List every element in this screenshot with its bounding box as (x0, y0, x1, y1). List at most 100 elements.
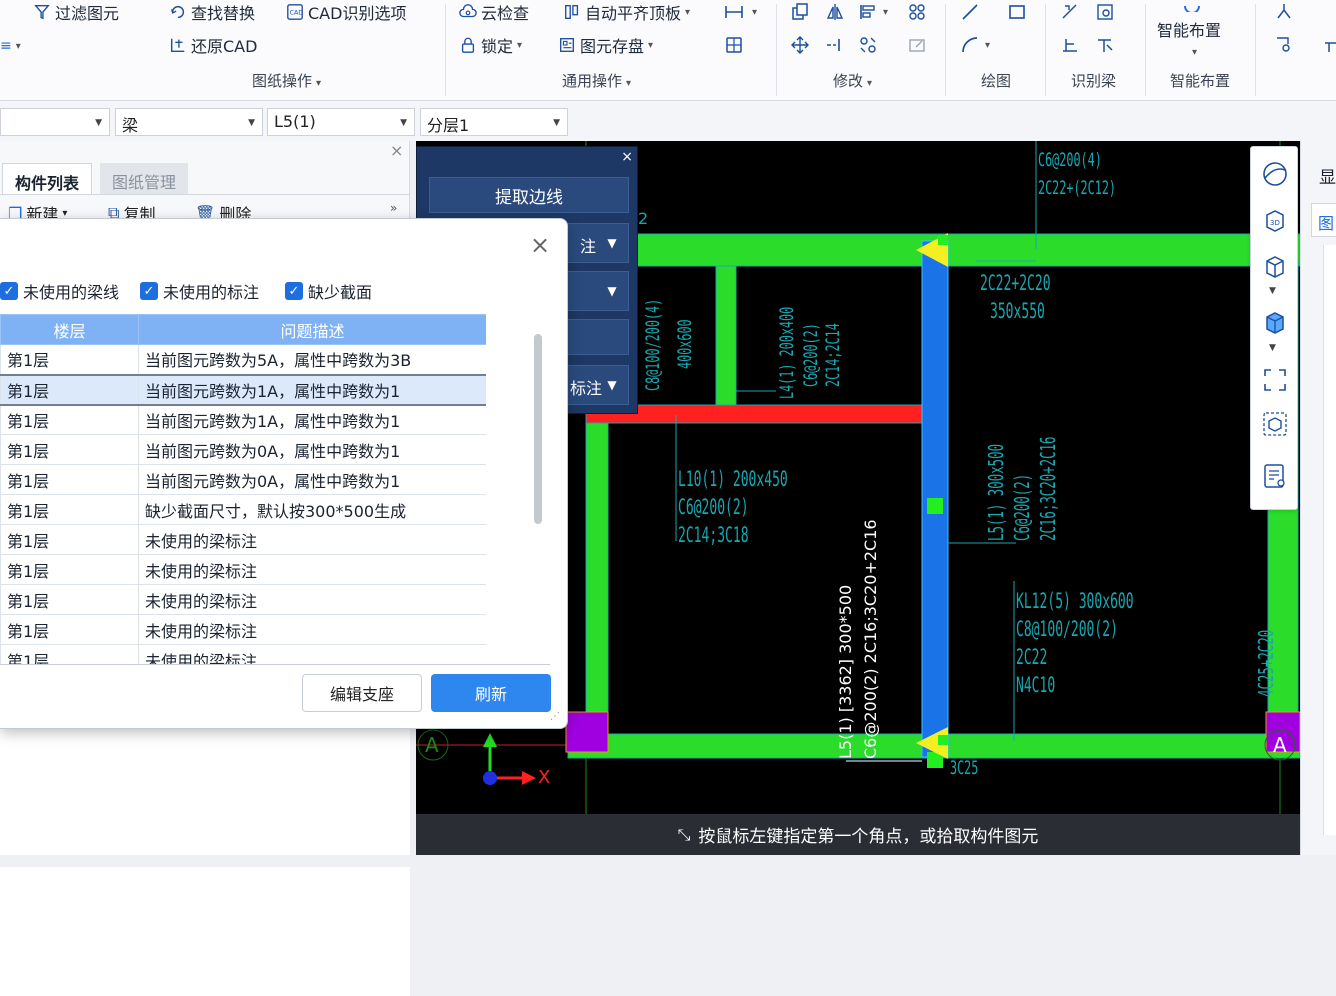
recognize-beam-icon[interactable] (1058, 0, 1082, 24)
grip-point[interactable] (927, 498, 943, 514)
cell-floor: 第1层 (0, 554, 139, 585)
array-icon[interactable] (905, 0, 929, 24)
tab-component-list[interactable]: 构件列表 (2, 163, 93, 194)
axis-label-a: A (1273, 733, 1287, 757)
display-tab[interactable]: 图 (1311, 203, 1336, 237)
ribbon-divider (776, 4, 777, 96)
palette-close-icon[interactable]: × (621, 149, 633, 165)
arc-draw-icon[interactable] (958, 33, 982, 57)
component-type-select[interactable]: 梁 ▼ (115, 108, 263, 136)
layer-select[interactable]: 分层1 ▼ (420, 108, 568, 136)
smart-layout-dropdown[interactable]: ▾ (1188, 40, 1197, 64)
component-name-select[interactable]: L5(1) ▼ (267, 108, 415, 136)
rectangle-draw-icon[interactable] (1005, 0, 1029, 24)
more-icon[interactable]: » (390, 201, 397, 215)
break-icon[interactable] (856, 33, 880, 57)
ribbon: ≡ ▾ 过滤图元 查找替换 CAD CAD识别选项 还原CAD 图纸操作 ▾ 云检查… (0, 0, 1336, 101)
edit-support-button[interactable]: 编辑支座 (302, 674, 422, 712)
tab-drawing-manage[interactable]: 图纸管理 (100, 163, 189, 194)
checkbox-unused-beam-lines[interactable]: ✓ 未使用的梁线 (0, 279, 119, 303)
orbit-icon[interactable] (1260, 159, 1290, 189)
partial-icon[interactable] (1318, 33, 1336, 57)
recognize-check-icon[interactable] (1093, 0, 1117, 24)
smart-layout-icon (1180, 0, 1204, 14)
ribbon-divider (1145, 4, 1146, 96)
table-row[interactable]: 第1层 未使用的梁标注 (0, 614, 486, 645)
display-panel-title: 显 (1319, 168, 1336, 188)
chevron-down-icon[interactable]: ▼ (1269, 286, 1276, 296)
grip-point[interactable] (938, 235, 948, 245)
cloud-check-button[interactable]: 云检查 (458, 0, 529, 24)
properties-view-icon[interactable] (1260, 461, 1290, 491)
dimension-icon[interactable] (722, 0, 746, 24)
zoom-element-icon[interactable] (1260, 409, 1290, 439)
ribbon-fragment-dropdown[interactable]: ≡ ▾ (0, 34, 21, 58)
dimension-dropdown[interactable]: ▾ (748, 0, 757, 24)
table-row[interactable]: 第1层 当前图元跨数为0A，属性中跨数为1 (0, 464, 486, 495)
group-label-common-ops[interactable]: 通用操作 ▾ (562, 70, 631, 91)
table-row[interactable]: 第1层 当前图元跨数为1A，属性中跨数为1 (0, 404, 486, 435)
table-row[interactable]: 第1层 未使用的梁标注 (0, 644, 486, 664)
cad-recognize-options-button[interactable]: CAD CAD识别选项 (285, 0, 406, 24)
copy-shape-icon[interactable] (788, 0, 812, 24)
filter-elements-button[interactable]: 过滤图元 (32, 0, 119, 24)
align-icon[interactable] (856, 0, 880, 24)
beam-left-vertical[interactable] (585, 420, 609, 752)
checkbox-missing-section[interactable]: ✓ 缺少截面 (285, 279, 372, 303)
beam-l4[interactable] (715, 265, 737, 417)
floor-select[interactable]: ▼ (0, 108, 110, 136)
panel-close-icon[interactable]: × (390, 141, 403, 160)
table-row[interactable]: 第1层 缺少截面尺寸，默认按300*500生成 (0, 494, 486, 525)
cell-problem: 未使用的梁标注 (138, 584, 486, 615)
table-row[interactable]: 第1层 当前图元跨数为0A，属性中跨数为1 (0, 434, 486, 465)
arc-draw-dropdown[interactable]: ▾ (981, 33, 990, 57)
annotation-edit-icon[interactable] (1093, 33, 1117, 57)
span-edit-icon[interactable] (1058, 33, 1082, 57)
table-row[interactable]: 第1层 当前图元跨数为5A，属性中跨数为3B (0, 344, 486, 375)
table-scrollbar[interactable] (534, 334, 542, 524)
mirror-icon[interactable] (823, 0, 847, 24)
chevron-down-icon[interactable]: ▼ (1269, 343, 1276, 353)
auto-flush-top-button[interactable]: 自动平齐顶板 ▾ (562, 0, 690, 24)
offset-icon[interactable] (905, 33, 929, 57)
cell-problem: 缺少截面尺寸，默认按300*500生成 (138, 494, 486, 525)
group-label-modify[interactable]: 修改 ▾ (833, 70, 872, 91)
cad-annotation-fragment: 2 (638, 209, 649, 228)
align-dropdown[interactable]: ▾ (879, 0, 888, 24)
smart-layout-button[interactable]: 智能布置 (1157, 17, 1221, 41)
3d-view-icon[interactable]: 3D (1260, 205, 1290, 235)
restore-cad-button[interactable]: 还原CAD (168, 33, 257, 57)
find-replace-button[interactable]: 查找替换 (168, 0, 255, 24)
svg-text:3D: 3D (1270, 219, 1280, 227)
refresh-button[interactable]: 刷新 (431, 674, 551, 712)
cad-annotation: L10(1) 200x450 (678, 467, 788, 491)
pick-corner-icon: ⤡ (677, 824, 691, 844)
table-row[interactable]: 第1层 未使用的梁标注 (0, 524, 486, 555)
search-element-icon[interactable] (1272, 33, 1296, 57)
resize-grip-icon[interactable]: ⋰ (550, 711, 560, 722)
table-row[interactable]: 第1层 未使用的梁标注 (0, 554, 486, 585)
cube-view-icon[interactable] (1260, 251, 1290, 281)
table-row-selected[interactable]: 第1层 当前图元跨数为1A，属性中跨数为1 (0, 373, 486, 406)
group-label-drawing-ops[interactable]: 图纸操作 ▾ (252, 70, 321, 91)
line-draw-icon[interactable] (958, 0, 982, 24)
checkbox-unused-annotations[interactable]: ✓ 未使用的标注 (140, 279, 259, 303)
grid-save-icon[interactable] (722, 33, 746, 57)
table-row[interactable]: 第1层 未使用的梁标注 (0, 584, 486, 615)
move-icon[interactable] (788, 33, 812, 57)
extract-edge-button[interactable]: 提取边线 (429, 177, 629, 213)
grip-point[interactable] (938, 735, 948, 745)
solid-cube-icon[interactable] (1260, 307, 1290, 337)
cad-annotation: 2C22+2C20 (980, 271, 1051, 295)
element-save-button[interactable]: 图元存盘 ▾ (557, 33, 653, 57)
lock-icon (458, 35, 478, 55)
column-header-floor[interactable]: 楼层 (0, 314, 139, 345)
column-header-problem[interactable]: 问题描述 (138, 314, 486, 345)
branch-icon[interactable] (1272, 0, 1296, 24)
lock-button[interactable]: 锁定 ▾ (458, 33, 522, 57)
fullscreen-icon[interactable] (1260, 365, 1290, 395)
extend-icon[interactable] (823, 33, 847, 57)
close-icon[interactable]: × (530, 233, 550, 257)
divider (0, 194, 410, 195)
column[interactable] (565, 711, 609, 753)
